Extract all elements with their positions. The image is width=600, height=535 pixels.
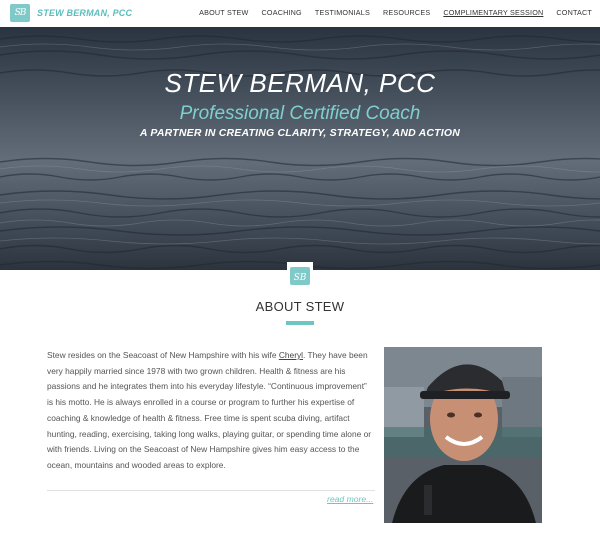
hero-banner: STEW BERMAN, PCC Professional Certified … (0, 27, 600, 270)
portrait-photo (384, 347, 542, 523)
svg-text:SB: SB (294, 273, 307, 283)
nav-complimentary-session[interactable]: COMPLIMENTARY SESSION (443, 8, 543, 17)
bio-divider (47, 490, 375, 491)
read-more-link[interactable]: read more... (327, 494, 373, 504)
hero-title: STEW BERMAN, PCC (164, 68, 436, 98)
section-title: ABOUT STEW (255, 299, 345, 314)
hero-tagline: A PARTNER IN CREATING CLARITY, STRATEGY,… (139, 127, 461, 139)
bio-text-rest: . They have been very happily married si… (47, 350, 372, 470)
monogram-badge-icon: SB (287, 262, 313, 292)
section-divider (286, 321, 314, 325)
nav-testimonials[interactable]: TESTIMONIALS (315, 8, 370, 17)
nav-resources[interactable]: RESOURCES (383, 8, 430, 17)
nav-about-stew[interactable]: ABOUT STEW (199, 8, 248, 17)
logo-text[interactable]: STEW BERMAN, PCC (37, 8, 132, 18)
nav-contact[interactable]: CONTACT (556, 8, 592, 17)
main-nav: ABOUT STEW COACHING TESTIMONIALS RESOURC… (199, 8, 592, 17)
bio-text: Stew resides on the Seacoast of New Hamp… (47, 348, 375, 474)
hero-subtitle: Professional Certified Coach (179, 103, 421, 124)
nav-coaching[interactable]: COACHING (262, 8, 302, 17)
site-header: SB STEW BERMAN, PCC ABOUT STEW COACHING … (0, 0, 600, 27)
logo-monogram-icon[interactable]: SB (10, 4, 30, 22)
wife-link[interactable]: Cheryl (279, 350, 303, 360)
logo-monogram: SB (14, 8, 27, 18)
water-background-image (0, 27, 600, 270)
bio-text-start: Stew resides on the Seacoast of New Hamp… (47, 350, 279, 360)
